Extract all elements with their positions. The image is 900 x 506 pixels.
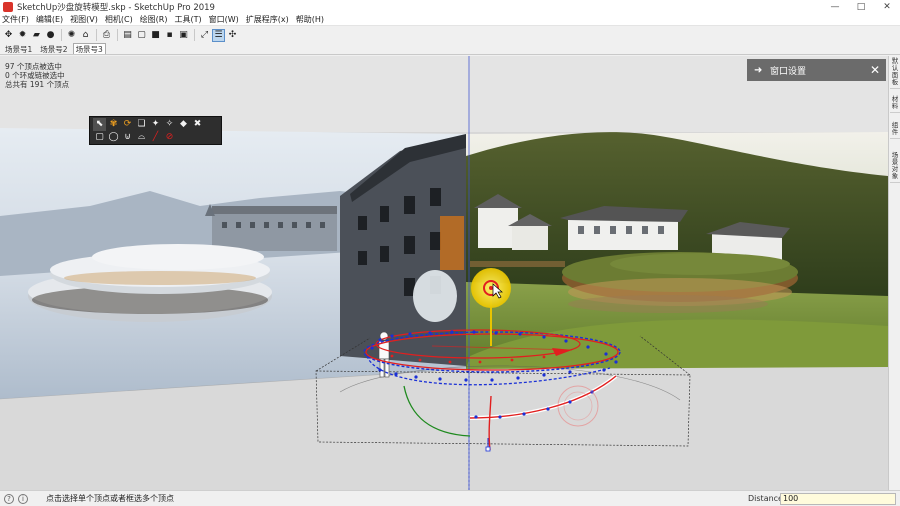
expand-icon[interactable]: ⤢ bbox=[198, 29, 211, 42]
shadow-4-icon[interactable]: ▪ bbox=[163, 29, 176, 42]
line-box-icon[interactable]: ⊘ bbox=[163, 131, 176, 144]
shadow-2-icon[interactable]: ▢ bbox=[135, 29, 148, 42]
scene-tab-1[interactable]: 场景号1 bbox=[2, 43, 35, 54]
record-icon[interactable]: ● bbox=[44, 29, 57, 42]
lasso-icon[interactable]: ⊍ bbox=[121, 131, 134, 144]
toolbar-separator bbox=[96, 29, 97, 41]
scene-tabs: 场景号1 场景号2 场景号3 bbox=[0, 43, 900, 55]
tray-tab-strip: 默认面板材料组件场景对象 bbox=[888, 56, 900, 490]
close-icon[interactable]: ✖ bbox=[191, 118, 204, 131]
folder-icon[interactable]: ▰ bbox=[30, 29, 43, 42]
toolbar-separator bbox=[194, 29, 195, 41]
scene-tab-3[interactable]: 场景号3 bbox=[72, 43, 106, 54]
shadow-5-icon[interactable]: ▣ bbox=[177, 29, 190, 42]
maximize-button[interactable]: □ bbox=[848, 0, 874, 14]
move-gizmo-icon[interactable] bbox=[471, 268, 511, 308]
select-tool-icon[interactable]: ✥ bbox=[2, 29, 15, 42]
rotate-icon[interactable]: ⟳ bbox=[121, 118, 134, 131]
info-line: 总共有 191 个顶点 bbox=[5, 80, 70, 89]
wand2-icon[interactable]: ✧ bbox=[163, 118, 176, 131]
sun-tool-icon[interactable]: ✺ bbox=[65, 29, 78, 42]
vertex-selection-info: 97 个顶点被选中 0 个环或链被选中 总共有 191 个顶点 bbox=[5, 62, 69, 89]
print-icon[interactable]: ⎙ bbox=[100, 29, 113, 42]
vertex-tools-palette: ⬉ ✾ ⟳ ❏ ✦ ✧ ◆ ✖ ▢ ◯ ⊍ ⌓ ╱ ⊘ bbox=[89, 116, 222, 145]
toolbar-separator bbox=[61, 29, 62, 41]
menu-bar: 文件(F) 编辑(E) 视图(V) 相机(C) 绘图(R) 工具(T) 窗口(W) 扩展程序(… bbox=[0, 14, 900, 26]
info-line: 97 个顶点被选中 bbox=[5, 62, 62, 71]
close-window-button[interactable]: ✕ bbox=[874, 0, 900, 14]
circle-icon[interactable]: ◯ bbox=[107, 131, 120, 144]
tray-tab-0[interactable]: 默认面板 bbox=[890, 58, 900, 89]
tray-tab-2[interactable]: 组件 bbox=[890, 122, 900, 139]
toolbar-separator bbox=[117, 29, 118, 41]
menu-item-6[interactable]: 窗口(W) bbox=[209, 14, 239, 25]
menu-item-3[interactable]: 相机(C) bbox=[105, 14, 133, 25]
line-icon[interactable]: ╱ bbox=[149, 131, 162, 144]
freehand-icon[interactable]: ⌓ bbox=[135, 131, 148, 144]
menu-item-4[interactable]: 绘图(R) bbox=[140, 14, 168, 25]
move-gizmo-icon[interactable]: ✣ bbox=[226, 29, 239, 42]
menu-item-8[interactable]: 帮助(H) bbox=[296, 14, 324, 25]
outliner-icon[interactable]: ☰ bbox=[212, 28, 225, 42]
help-icon[interactable]: ? bbox=[4, 493, 14, 504]
window-title: SketchUp沙盘旋转模型.skp - SketchUp Pro 2019 bbox=[17, 3, 215, 13]
wand-icon[interactable]: ✦ bbox=[149, 118, 162, 131]
sketchup-app-icon bbox=[3, 2, 13, 12]
menu-item-7[interactable]: 扩展程序(x) bbox=[246, 14, 289, 25]
status-bar: ? i 点击选择单个顶点或者框选多个顶点 Distance 100 bbox=[0, 490, 900, 506]
info-line: 0 个环或链被选中 bbox=[5, 71, 65, 80]
measurement-label: Distance bbox=[748, 494, 783, 503]
close-icon[interactable]: ✕ bbox=[870, 63, 886, 77]
menu-item-0[interactable]: 文件(F) bbox=[2, 14, 29, 25]
minimize-button[interactable]: — bbox=[822, 0, 848, 14]
drawing-viewport[interactable]: 97 个顶点被选中 0 个环或链被选中 总共有 191 个顶点 ⬉ ✾ ⟳ ❏ ✦ ✧ ◆ ✖ ▢ ◯… bbox=[0, 56, 888, 490]
panel-title: 窗口设置 bbox=[770, 66, 807, 77]
tray-tab-1[interactable]: 材料 bbox=[890, 96, 900, 113]
warehouse-icon[interactable]: ⌂ bbox=[79, 29, 92, 42]
measurement-input[interactable]: 100 bbox=[780, 493, 896, 505]
gear-tool-icon[interactable]: ✹ bbox=[16, 29, 29, 42]
scene-tab-2[interactable]: 场景号2 bbox=[37, 43, 70, 54]
arrow-right-icon[interactable]: ➜ bbox=[754, 65, 764, 76]
info-icon[interactable]: i bbox=[18, 493, 28, 504]
winter-panorama bbox=[0, 128, 466, 399]
box-icon[interactable]: ▢ bbox=[93, 131, 106, 144]
select-icon[interactable]: ⬉ bbox=[93, 118, 106, 131]
paste-icon[interactable]: ❏ bbox=[135, 118, 148, 131]
menu-item-5[interactable]: 工具(T) bbox=[175, 14, 202, 25]
window-settings-panel[interactable]: ➜ 窗口设置 ✕ bbox=[747, 59, 886, 81]
title-bar: SketchUp沙盘旋转模型.skp - SketchUp Pro 2019 —… bbox=[0, 0, 900, 14]
window-controls: — □ ✕ bbox=[822, 0, 900, 14]
main-toolbar: ✥ ✹ ▰ ● ✺ ⌂ ⎙ ▤ ▢ ■ ▪ ▣ ⤢ ☰ ✣ bbox=[0, 27, 900, 43]
eraser-icon[interactable]: ◆ bbox=[177, 118, 190, 131]
tray-tab-3[interactable]: 场景对象 bbox=[890, 152, 900, 183]
status-hint: 点击选择单个顶点或者框选多个顶点 bbox=[46, 494, 174, 503]
shadow-1-icon[interactable]: ▤ bbox=[121, 29, 134, 42]
menu-item-1[interactable]: 编辑(E) bbox=[36, 14, 63, 25]
menu-item-2[interactable]: 视图(V) bbox=[70, 14, 98, 25]
spiral-icon[interactable]: ✾ bbox=[107, 118, 120, 131]
shadow-3-icon[interactable]: ■ bbox=[149, 29, 162, 42]
